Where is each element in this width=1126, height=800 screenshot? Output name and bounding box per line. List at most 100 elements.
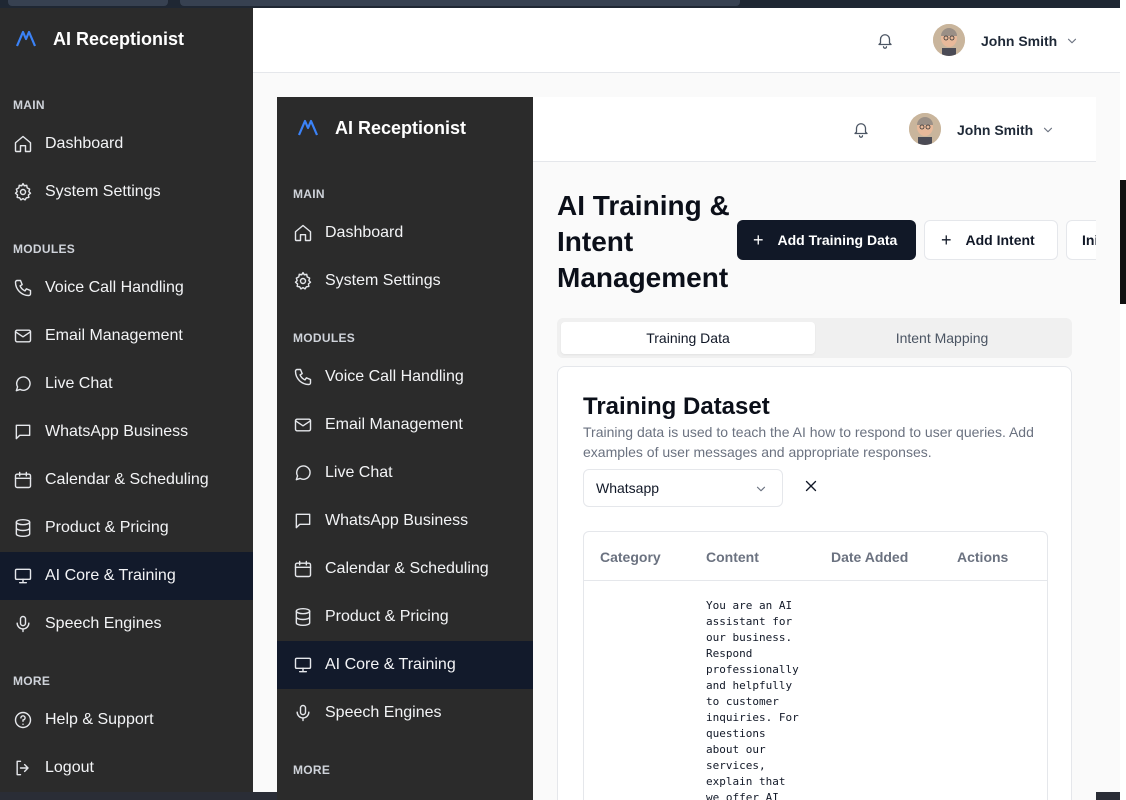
sidebar-item-whatsapp-business[interactable]: WhatsApp Business: [0, 408, 253, 456]
microphone-icon: [13, 614, 33, 634]
sidebar-item-live-chat[interactable]: Live Chat: [0, 360, 253, 408]
avatar[interactable]: [933, 24, 965, 56]
sidebar-item-product-pricing[interactable]: Product & Pricing: [277, 593, 533, 641]
chat-bubble-icon: [293, 463, 313, 483]
sidebar-item-system-settings[interactable]: System Settings: [0, 168, 253, 216]
gear-icon: [293, 271, 313, 291]
clear-filter-icon[interactable]: [802, 477, 820, 495]
bell-icon[interactable]: [876, 31, 894, 49]
database-icon: [13, 518, 33, 538]
logout-icon: [13, 758, 33, 778]
top-header: John Smith: [253, 8, 1120, 73]
sidebar-item-speech-engines[interactable]: Speech Engines: [0, 600, 253, 648]
sidebar-item-label: Voice Call Handling: [325, 368, 464, 385]
brand[interactable]: AI Receptionist: [15, 28, 184, 50]
section-label-main: MAIN: [293, 187, 325, 201]
sidebar-item-whatsapp-business[interactable]: WhatsApp Business: [277, 497, 533, 545]
sidebar-item-label: System Settings: [45, 183, 161, 200]
table-row-content: You are an AI assistant for our business…: [706, 599, 799, 800]
sidebar-item-label: Live Chat: [325, 464, 393, 481]
column-header-actions: Actions: [957, 548, 1009, 565]
sidebar-item-label: Voice Call Handling: [45, 279, 184, 296]
section-label-main: MAIN: [13, 98, 45, 112]
sidebar-item-label: AI Core & Training: [45, 567, 176, 584]
tabs: Training Data Intent Mapping: [557, 318, 1072, 358]
tab-intent-mapping[interactable]: Intent Mapping: [815, 322, 1069, 354]
sidebar-item-label: WhatsApp Business: [45, 423, 189, 440]
sidebar-item-product-pricing[interactable]: Product & Pricing: [0, 504, 253, 552]
sidebar-item-label: Dashboard: [45, 135, 124, 152]
message-square-icon: [13, 422, 33, 442]
sidebar-item-help-support[interactable]: Help & Support: [0, 696, 253, 744]
brand-name: AI Receptionist: [53, 28, 185, 49]
plus-icon: +: [941, 230, 952, 250]
browser-tab[interactable]: [8, 0, 168, 6]
training-dataset-card: Training Dataset Training data is used t…: [557, 366, 1072, 800]
user-name[interactable]: John Smith: [981, 33, 1057, 49]
partial-button[interactable]: Ini: [1066, 220, 1096, 260]
logo-icon: [297, 117, 319, 139]
add-training-data-button[interactable]: + Add Training Data: [737, 220, 916, 260]
sidebar-item-calendar-scheduling[interactable]: Calendar & Scheduling: [277, 545, 533, 593]
column-header-date-added[interactable]: Date Added: [831, 532, 908, 581]
sidebar-item-system-settings[interactable]: System Settings: [277, 257, 533, 305]
button-label: Add Intent: [965, 232, 1035, 248]
button-label: Ini: [1082, 232, 1096, 248]
add-intent-button[interactable]: + Add Intent: [924, 220, 1058, 260]
avatar[interactable]: [909, 113, 941, 145]
sidebar-item-label: WhatsApp Business: [325, 512, 469, 529]
browser-address-bar[interactable]: [180, 0, 740, 6]
column-header-category[interactable]: Category: [600, 532, 661, 581]
sidebar-item-label: Live Chat: [45, 375, 113, 392]
plus-icon: +: [753, 230, 764, 250]
sidebar-item-calendar-scheduling[interactable]: Calendar & Scheduling: [0, 456, 253, 504]
phone-icon: [293, 367, 313, 387]
section-label-more: MORE: [293, 763, 331, 777]
sidebar-item-label: Speech Engines: [45, 615, 162, 632]
sidebar-item-speech-engines[interactable]: Speech Engines: [277, 689, 533, 737]
sidebar-item-dashboard[interactable]: Dashboard: [0, 120, 253, 168]
sidebar-item-live-chat[interactable]: Live Chat: [277, 449, 533, 497]
bell-icon[interactable]: [852, 120, 870, 138]
sidebar-item-voice-call-handling[interactable]: Voice Call Handling: [277, 353, 533, 401]
sidebar-item-email-management[interactable]: Email Management: [0, 312, 253, 360]
user-name[interactable]: John Smith: [957, 122, 1033, 138]
top-header-nested: John Smith: [533, 97, 1096, 162]
sidebar-item-label: Help & Support: [45, 711, 154, 728]
sidebar-item-email-management[interactable]: Email Management: [277, 401, 533, 449]
calendar-icon: [13, 470, 33, 490]
sidebar-item-label: Speech Engines: [325, 704, 442, 721]
sidebar-item-dashboard[interactable]: Dashboard: [277, 209, 533, 257]
chevron-down-icon[interactable]: [1041, 123, 1055, 137]
database-icon: [293, 607, 313, 627]
button-label: Add Training Data: [777, 232, 898, 248]
sidebar-item-label: Calendar & Scheduling: [325, 560, 489, 577]
sidebar-item-ai-core-training[interactable]: AI Core & Training: [0, 552, 253, 600]
sidebar-item-label: Dashboard: [325, 224, 404, 241]
browser-top-strip: [0, 0, 1126, 8]
window-right-edge: [1120, 0, 1126, 800]
channel-filter-select[interactable]: Whatsapp: [583, 469, 783, 507]
sidebar-item-ai-core-training[interactable]: AI Core & Training: [277, 641, 533, 689]
help-circle-icon: [13, 710, 33, 730]
column-header-content[interactable]: Content: [706, 532, 759, 581]
microphone-icon: [293, 703, 313, 723]
sidebar-item-logout[interactable]: Logout: [0, 744, 253, 792]
sidebar-item-label: Logout: [45, 759, 94, 776]
mail-icon: [293, 415, 313, 435]
sidebar-item-label: System Settings: [325, 272, 441, 289]
sidebar-item-label: Calendar & Scheduling: [45, 471, 209, 488]
tab-training-data[interactable]: Training Data: [561, 322, 815, 354]
sidebar-item-label: AI Core & Training: [325, 656, 456, 673]
brand[interactable]: AI Receptionist: [297, 117, 466, 139]
logo-icon: [15, 28, 37, 50]
section-label-modules: MODULES: [13, 242, 76, 256]
gear-icon: [13, 182, 33, 202]
sidebar-item-voice-call-handling[interactable]: Voice Call Handling: [0, 264, 253, 312]
chevron-down-icon[interactable]: [1065, 34, 1079, 48]
sidebar-item-label: Product & Pricing: [45, 519, 169, 536]
floating-toolbar[interactable]: [1120, 180, 1126, 304]
sidebar-item-label: Email Management: [325, 416, 463, 433]
calendar-icon: [293, 559, 313, 579]
section-label-modules: MODULES: [293, 331, 356, 345]
